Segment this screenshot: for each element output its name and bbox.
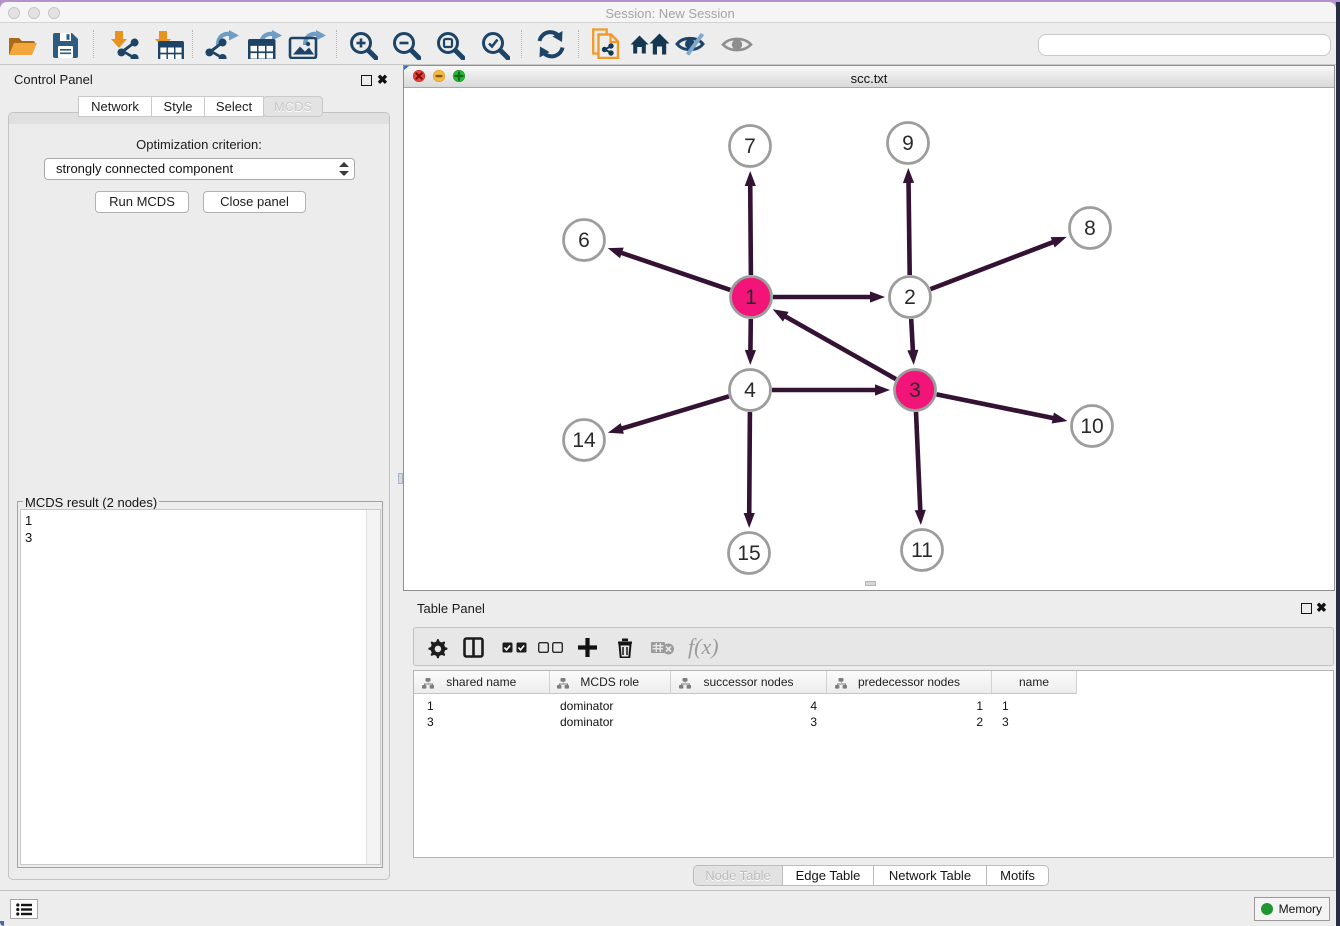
svg-text:9: 9 [902,132,914,155]
svg-text:15: 15 [737,542,760,565]
svg-text:8: 8 [1084,217,1096,240]
svg-text:11: 11 [911,539,933,562]
svg-text:4: 4 [744,379,756,402]
svg-text:10: 10 [1080,415,1103,438]
svg-text:2: 2 [904,286,916,309]
svg-text:14: 14 [572,429,596,452]
svg-text:3: 3 [909,379,921,402]
svg-text:7: 7 [744,135,756,158]
svg-text:6: 6 [578,229,590,252]
svg-text:1: 1 [745,286,757,309]
